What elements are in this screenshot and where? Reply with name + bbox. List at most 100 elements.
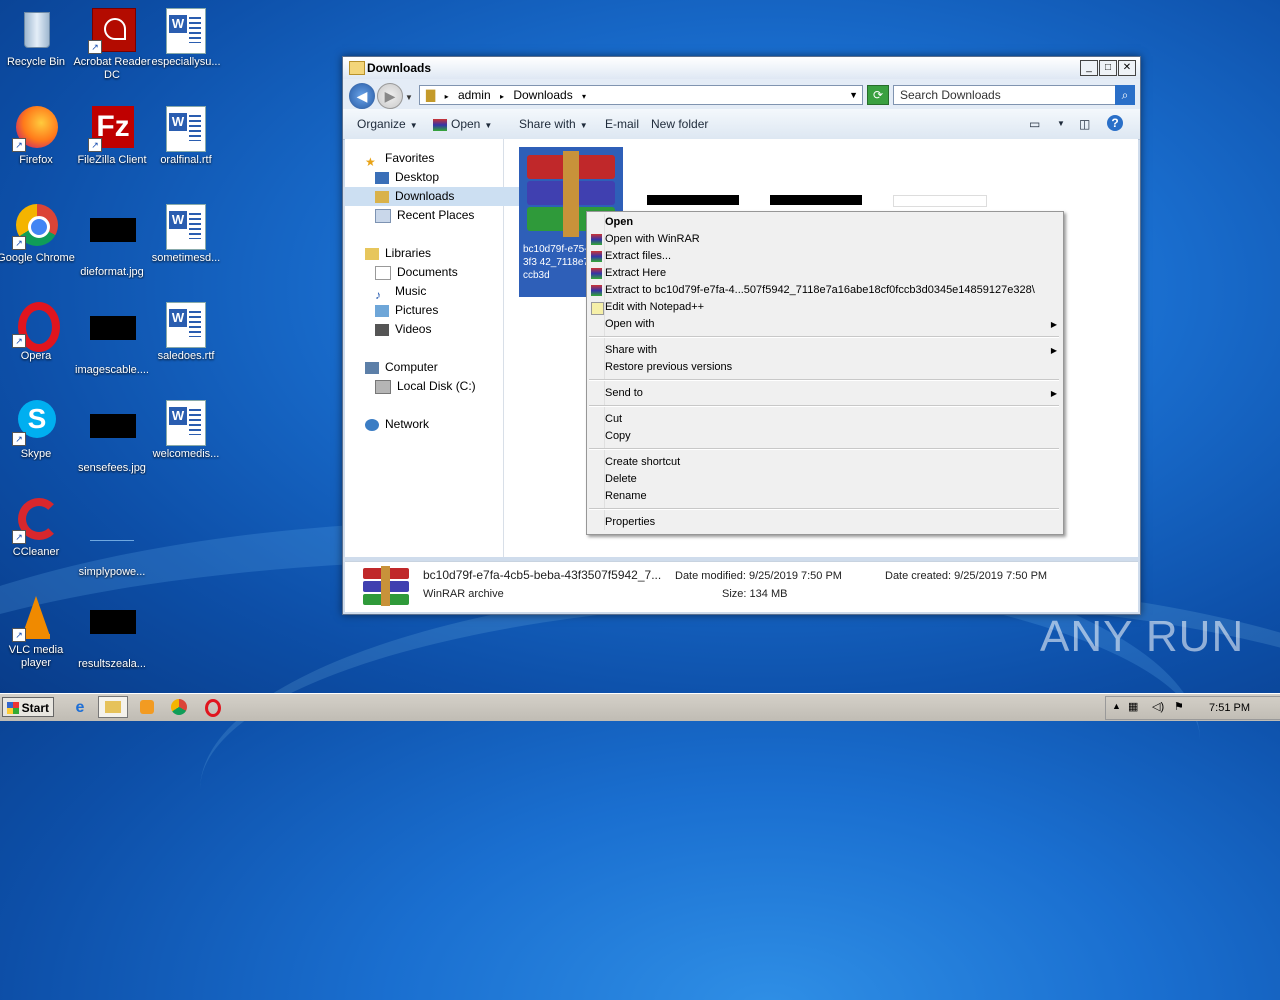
help-icon[interactable]: ? — [1107, 115, 1123, 131]
address-field[interactable]: ▇ ▸ admin ▸ Downloads ▾ ▼ — [419, 85, 863, 105]
menu-open[interactable]: Open — [587, 214, 1063, 231]
show-hidden-icons-icon[interactable]: ▲ — [1112, 701, 1121, 711]
desktop-icon-opera[interactable]: ↗ Opera — [0, 302, 76, 363]
desktop-icon-doc[interactable]: W oralfinal.rtf — [146, 106, 226, 167]
maximize-button[interactable]: □ — [1099, 60, 1117, 76]
share-with-button[interactable]: Share with ▼ — [519, 117, 588, 131]
back-button[interactable]: ◀ — [349, 83, 375, 109]
file-thumb-white[interactable] — [893, 195, 987, 207]
menu-extract-to[interactable]: Extract to bc10d79f-e7fa-4...507f5942_71… — [587, 282, 1063, 299]
menu-delete[interactable]: Delete — [587, 471, 1063, 488]
refresh-button[interactable]: ⟳ — [867, 85, 889, 105]
menu-extract-files[interactable]: Extract files... — [587, 248, 1063, 265]
desktop-icon-label: especiallysu... — [151, 56, 221, 68]
desktop-icon-filezilla[interactable]: Fz ↗ FileZilla Client — [72, 106, 152, 167]
chrome-icon[interactable] — [170, 698, 190, 718]
volume-icon[interactable]: ◁) — [1152, 700, 1164, 713]
desktop-icon-skype[interactable]: S ↗ Skype — [0, 400, 76, 461]
desktop-icon-acrobat[interactable]: ↗ Acrobat Reader DC — [72, 8, 152, 82]
forward-button[interactable]: ▶ — [377, 83, 403, 109]
anyrun-watermark: ANY RUN — [1040, 612, 1245, 661]
menu-edit-notepadpp[interactable]: Edit with Notepad++ — [587, 299, 1063, 316]
desktop-icon-image[interactable]: imagescable.... — [72, 302, 152, 377]
media-player-icon[interactable] — [138, 698, 158, 718]
firefox-icon: ↗ — [12, 106, 58, 152]
folder-icon — [105, 701, 121, 713]
breadcrumb-downloads[interactable]: Downloads — [513, 86, 572, 104]
breadcrumb-admin[interactable]: admin — [458, 86, 491, 104]
menu-cut[interactable]: Cut — [587, 411, 1063, 428]
clock[interactable]: 7:51 PM — [1209, 702, 1250, 714]
new-folder-button[interactable]: New folder — [651, 117, 708, 131]
internet-explorer-icon[interactable]: e — [70, 698, 90, 718]
menu-extract-here[interactable]: Extract Here — [587, 265, 1063, 282]
navigation-pane: ★ Favorites Desktop Downloads Recent Plac… — [345, 139, 533, 557]
blank-file-icon — [90, 518, 134, 541]
start-button[interactable]: Start — [2, 697, 54, 717]
menu-restore-previous[interactable]: Restore previous versions — [587, 359, 1063, 376]
desktop-icon-recycle-bin[interactable]: Recycle Bin — [0, 8, 76, 69]
organize-button[interactable]: Organize ▼ — [357, 117, 418, 131]
recent-pages-dropdown[interactable]: ▼ — [405, 93, 413, 102]
opera-icon[interactable] — [204, 698, 224, 718]
file-thumb-black[interactable] — [647, 195, 739, 205]
desktop-icon-vlc[interactable]: ↗ VLC media player — [0, 596, 76, 670]
menu-create-shortcut[interactable]: Create shortcut — [587, 454, 1063, 471]
desktop-icon-label: Google Chrome — [0, 252, 75, 264]
desktop-icon-image[interactable]: dieformat.jpg — [72, 204, 152, 279]
menu-open-with-winrar[interactable]: Open with WinRAR — [587, 231, 1063, 248]
address-dropdown-icon[interactable]: ▼ — [849, 86, 858, 104]
nav-network[interactable]: Network — [345, 415, 523, 434]
opera-icon: ↗ — [12, 302, 60, 352]
search-input[interactable]: Search Downloads — [893, 85, 1119, 105]
explorer-taskbar-button[interactable] — [98, 696, 128, 718]
winrar-icon — [591, 285, 602, 296]
file-thumb-black[interactable] — [770, 195, 862, 205]
desktop-icon-label: dieformat.jpg — [80, 266, 144, 278]
disk-icon — [375, 379, 391, 394]
nav-favorites[interactable]: ★ Favorites — [345, 149, 523, 169]
network-icon — [365, 418, 379, 431]
command-bar: Organize ▼ Open ▼ Share with ▼ E-mail New f… — [343, 109, 1140, 140]
preview-pane-icon[interactable]: ◫ — [1079, 117, 1090, 131]
nav-computer[interactable]: Computer — [345, 358, 523, 377]
desktop-icon-image[interactable]: resultszeala... — [72, 596, 152, 671]
action-center-flag-icon[interactable]: ⚑ — [1174, 700, 1184, 713]
nav-libraries[interactable]: Libraries — [345, 244, 523, 263]
view-options-dropdown[interactable]: ▼ — [1057, 119, 1065, 128]
desktop-icon-ccleaner[interactable]: ↗ CCleaner — [0, 498, 76, 559]
desktop-icon-doc[interactable]: W sometimesd... — [146, 204, 226, 265]
recent-places-icon — [375, 208, 391, 223]
desktop-icon-firefox[interactable]: ↗ Firefox — [0, 106, 76, 167]
desktop-icon-chrome[interactable]: ↗ Google Chrome — [0, 204, 76, 265]
windows-logo-icon — [7, 702, 19, 714]
chevron-down-icon[interactable]: ▾ — [582, 88, 586, 106]
menu-properties[interactable]: Properties — [587, 514, 1063, 531]
menu-send-to[interactable]: Send to ▶ — [587, 385, 1063, 402]
menu-share-with[interactable]: Share with ▶ — [587, 342, 1063, 359]
title-bar[interactable]: Downloads _ □ ✕ — [343, 57, 1140, 79]
chevron-right-icon: ▸ — [499, 92, 504, 101]
email-button[interactable]: E-mail — [605, 117, 639, 131]
network-tray-icon[interactable]: ▦ — [1128, 700, 1138, 713]
menu-copy[interactable]: Copy — [587, 428, 1063, 445]
desktop-icon-label: Skype — [20, 448, 52, 460]
word-doc-icon: W — [166, 106, 206, 152]
close-button[interactable]: ✕ — [1118, 60, 1136, 76]
desktop-icon-label: Firefox — [19, 154, 53, 166]
minimize-button[interactable]: _ — [1080, 60, 1098, 76]
vlc-icon: ↗ — [12, 596, 58, 642]
open-button[interactable]: Open ▼ — [433, 117, 492, 131]
status-type: WinRAR archive — [423, 588, 504, 600]
menu-open-with[interactable]: Open with ▶ — [587, 316, 1063, 333]
search-icon[interactable]: ⌕ — [1115, 85, 1135, 105]
desktop-icon-doc[interactable]: W welcomedis... — [146, 400, 226, 461]
desktop-icon-doc[interactable]: W especiallysu... — [146, 8, 226, 69]
desktop-icon-image[interactable]: sensefees.jpg — [72, 400, 152, 475]
desktop-icon-doc[interactable]: W saledoes.rtf — [146, 302, 226, 363]
image-thumb-icon — [90, 610, 136, 634]
change-view-icon[interactable]: ▭ — [1029, 117, 1040, 131]
chrome-icon: ↗ — [12, 204, 58, 250]
menu-rename[interactable]: Rename — [587, 488, 1063, 505]
desktop-icon-file[interactable]: simplypowe... — [72, 498, 152, 579]
